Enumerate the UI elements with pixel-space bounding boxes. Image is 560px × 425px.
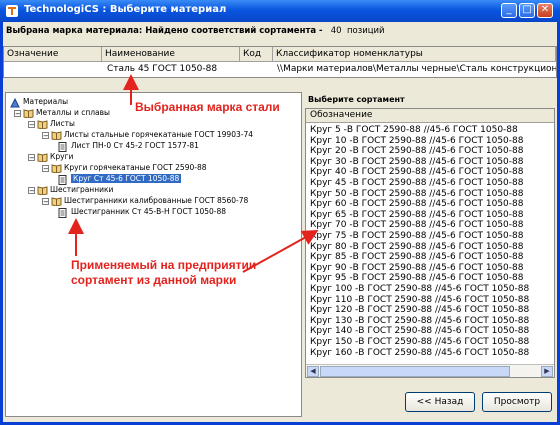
- tree-item-label: Металлы и сплавы: [36, 108, 110, 117]
- list-item[interactable]: Круг 20 -В ГОСТ 2590-88 //45-6 ГОСТ 1050…: [310, 146, 523, 157]
- scroll-left-icon[interactable]: ◀: [307, 366, 319, 377]
- list-item[interactable]: Круг 40 -В ГОСТ 2590-88 //45-6 ГОСТ 1050…: [310, 167, 523, 178]
- scroll-thumb[interactable]: [320, 366, 510, 377]
- list-item[interactable]: Круг 90 -В ГОСТ 2590-88 //45-6 ГОСТ 1050…: [310, 263, 523, 274]
- maximize-button[interactable]: □: [519, 3, 535, 18]
- classifier-cell[interactable]: \\Марки материалов\Металлы черные\Сталь …: [277, 64, 556, 74]
- scroll-right-icon[interactable]: ▶: [541, 366, 553, 377]
- tree-item-label: Материалы: [23, 97, 68, 106]
- col-code[interactable]: Код: [240, 47, 273, 62]
- window-title: TechnologiCS : Выберите материал: [24, 4, 227, 15]
- materials-icon: [10, 97, 20, 107]
- tree-item-label: Листы: [50, 119, 75, 128]
- collapse-icon[interactable]: −: [14, 109, 21, 117]
- collapse-icon[interactable]: −: [42, 197, 49, 205]
- book-icon: [37, 119, 48, 130]
- back-button[interactable]: << Назад: [405, 392, 475, 412]
- horizontal-scrollbar[interactable]: ◀ ▶: [306, 364, 554, 377]
- list-item[interactable]: Круг 50 -В ГОСТ 2590-88 //45-6 ГОСТ 1050…: [310, 189, 523, 200]
- book-icon: [51, 196, 62, 207]
- status-label: Выбрана марка материала: Найдено соответ…: [6, 26, 323, 36]
- tree-item[interactable]: Лист ПН-0 Ст 45-2 ГОСТ 1577-81: [58, 140, 199, 152]
- close-button[interactable]: ✕: [537, 3, 553, 18]
- material-name-cell[interactable]: Сталь 45 ГОСТ 1050-88: [107, 64, 237, 74]
- list-item[interactable]: Круг 160 -В ГОСТ 2590-88 //45-6 ГОСТ 105…: [310, 348, 529, 359]
- list-item[interactable]: Круг 65 -В ГОСТ 2590-88 //45-6 ГОСТ 1050…: [310, 210, 523, 221]
- list-item[interactable]: Круг 110 -В ГОСТ 2590-88 //45-6 ГОСТ 105…: [310, 295, 529, 306]
- book-icon: [51, 130, 62, 141]
- col-name[interactable]: Наименование: [102, 47, 240, 62]
- close-icon: ✕: [540, 4, 550, 15]
- list-item[interactable]: Круг 75 -В ГОСТ 2590-88 //45-6 ГОСТ 1050…: [310, 231, 523, 242]
- doc-icon: [58, 174, 68, 185]
- col-designation-assortment[interactable]: Обозначение: [306, 109, 554, 123]
- list-item[interactable]: Круг 150 -В ГОСТ 2590-88 //45-6 ГОСТ 105…: [310, 337, 529, 348]
- assortment-list: Обозначение Круг 5 -В ГОСТ 2590-88 //45-…: [305, 108, 555, 378]
- book-icon: [23, 108, 34, 119]
- book-icon: [51, 163, 62, 174]
- col-designation[interactable]: Означение: [4, 47, 102, 62]
- list-item[interactable]: Круг 80 -В ГОСТ 2590-88 //45-6 ГОСТ 1050…: [310, 242, 523, 253]
- assortment-panel: Выберите сортамент Обозначение Круг 5 -В…: [305, 92, 557, 417]
- status-count: 40: [330, 26, 342, 36]
- tree-item-label: Листы стальные горячекатаные ГОСТ 19903-…: [64, 130, 253, 139]
- title-bar[interactable]: TechnologiCS : Выберите материал _ □ ✕: [0, 0, 560, 22]
- tree-item[interactable]: Шестигранник Ст 45-В-Н ГОСТ 1050-88: [58, 206, 226, 218]
- tree-item-label: Шестигранники: [50, 185, 114, 194]
- app-window: TechnologiCS : Выберите материал _ □ ✕ В…: [0, 0, 560, 425]
- tree-item-label: Круги горячекатаные ГОСТ 2590-88: [64, 163, 207, 172]
- match-status: Выбрана марка материала: Найдено соответ…: [6, 26, 385, 36]
- minimize-icon: _: [506, 4, 512, 15]
- list-item[interactable]: Круг 70 -В ГОСТ 2590-88 //45-6 ГОСТ 1050…: [310, 220, 523, 231]
- list-item[interactable]: Круг 100 -В ГОСТ 2590-88 //45-6 ГОСТ 105…: [310, 284, 529, 295]
- app-icon: [6, 5, 18, 17]
- maximize-icon: □: [522, 4, 532, 15]
- list-item[interactable]: Круг 140 -В ГОСТ 2590-88 //45-6 ГОСТ 105…: [310, 326, 529, 337]
- collapse-icon[interactable]: −: [28, 120, 35, 128]
- book-icon: [37, 152, 48, 163]
- assortment-title: Выберите сортамент: [308, 95, 405, 104]
- status-unit: позиций: [346, 26, 385, 36]
- material-grid: Означение Наименование Код Классификатор…: [3, 46, 557, 78]
- list-item[interactable]: Круг 5 -В ГОСТ 2590-88 //45-6 ГОСТ 1050-…: [310, 125, 518, 136]
- list-item[interactable]: Круг 130 -В ГОСТ 2590-88 //45-6 ГОСТ 105…: [310, 316, 529, 327]
- list-item[interactable]: Круг 30 -В ГОСТ 2590-88 //45-6 ГОСТ 1050…: [310, 157, 523, 168]
- tree-item-label: Шестигранники калиброванные ГОСТ 8560-78: [64, 196, 249, 205]
- book-icon: [37, 185, 48, 196]
- list-item[interactable]: Круг 120 -В ГОСТ 2590-88 //45-6 ГОСТ 105…: [310, 305, 529, 316]
- list-item[interactable]: Круг 60 -В ГОСТ 2590-88 //45-6 ГОСТ 1050…: [310, 199, 523, 210]
- annotation-brand: Выбранная марка стали: [135, 100, 280, 114]
- tree-item-label: Шестигранник Ст 45-В-Н ГОСТ 1050-88: [71, 207, 227, 216]
- view-button[interactable]: Просмотр: [482, 392, 552, 412]
- list-item[interactable]: Круг 95 -В ГОСТ 2590-88 //45-6 ГОСТ 1050…: [310, 273, 523, 284]
- tree-item-label: Круг Ст 45-6 ГОСТ 1050-88: [71, 174, 182, 183]
- doc-icon: [58, 207, 68, 218]
- collapse-icon[interactable]: −: [28, 153, 35, 161]
- col-classifier[interactable]: Классификатор номенклатуры: [273, 47, 556, 62]
- collapse-icon[interactable]: −: [42, 164, 49, 172]
- material-tree: Материалы − Металлы и сплавы − Листы − Листы с…: [5, 92, 302, 417]
- annotation-assortment: Применяемый на предприятии сортамент из …: [71, 258, 257, 287]
- tree-item-label: Круги: [50, 152, 74, 161]
- collapse-icon[interactable]: −: [28, 186, 35, 194]
- list-item[interactable]: Круг 85 -В ГОСТ 2590-88 //45-6 ГОСТ 1050…: [310, 252, 523, 263]
- tree-item-label: Лист ПН-0 Ст 45-2 ГОСТ 1577-81: [71, 141, 199, 150]
- collapse-icon[interactable]: −: [42, 131, 49, 139]
- doc-icon: [58, 141, 68, 152]
- list-item[interactable]: Круг 45 -В ГОСТ 2590-88 //45-6 ГОСТ 1050…: [310, 178, 523, 189]
- minimize-button[interactable]: _: [501, 3, 517, 18]
- list-item[interactable]: Круг 10 -В ГОСТ 2590-88 //45-6 ГОСТ 1050…: [310, 136, 523, 147]
